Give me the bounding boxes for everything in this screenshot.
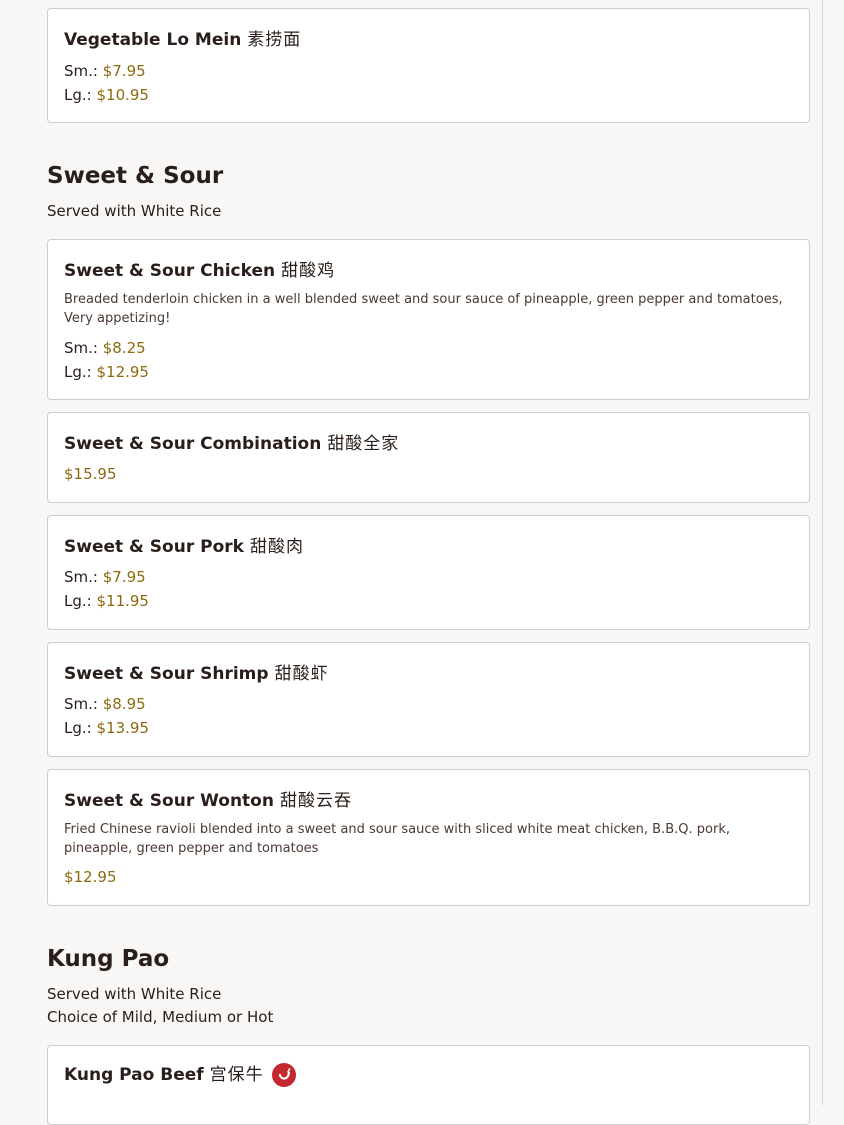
size-label: Sm.: (64, 568, 98, 586)
price: $11.95 (96, 592, 149, 610)
item-title: Sweet & Sour Pork 甜酸肉 (64, 532, 304, 557)
size-label: Lg.: (64, 86, 92, 104)
item-name: Sweet & Sour Combination (64, 434, 322, 454)
section-title: Kung Pao (47, 946, 170, 972)
large-price-row: Lg.: $13.95 (64, 719, 149, 737)
size-label: Sm.: (64, 339, 98, 357)
price-row: $15.95 (64, 465, 117, 483)
size-label: Lg.: (64, 592, 92, 610)
size-label: Sm.: (64, 695, 98, 713)
item-name: Sweet & Sour Shrimp (64, 664, 269, 684)
item-chinese-name: 甜酸云吞 (279, 791, 352, 811)
menu-item-card[interactable]: Sweet & Sour Combination 甜酸全家 $15.95 (47, 412, 810, 503)
chili-pepper-icon (271, 1063, 296, 1087)
item-name: Sweet & Sour Wonton (64, 791, 274, 811)
menu-item-card[interactable]: Sweet & Sour Pork 甜酸肉 Sm.: $7.95 Lg.: $11… (47, 515, 810, 630)
price: $12.95 (96, 363, 149, 381)
item-name: Vegetable Lo Mein (64, 30, 242, 50)
menu-item-card[interactable]: Sweet & Sour Chicken 甜酸鸡 Breaded tenderlo… (47, 239, 810, 400)
item-title: Sweet & Sour Shrimp 甜酸虾 (64, 659, 329, 684)
item-name: Sweet & Sour Pork (64, 537, 244, 557)
large-price-row: Lg.: $10.95 (64, 86, 149, 104)
item-name: Sweet & Sour Chicken (64, 261, 276, 281)
menu-item-card[interactable]: Sweet & Sour Shrimp 甜酸虾 Sm.: $8.95 Lg.: $… (47, 642, 810, 757)
item-name: Kung Pao Beef (64, 1065, 204, 1085)
large-price-row: Lg.: $11.95 (64, 592, 149, 610)
section-note: Served with White Rice (47, 202, 222, 220)
size-label: Lg.: (64, 363, 92, 381)
price: $7.95 (102, 568, 146, 586)
item-chinese-name: 甜酸肉 (249, 537, 304, 557)
item-title: Vegetable Lo Mein 素捞面 (64, 25, 301, 50)
price: $7.95 (102, 62, 146, 80)
section-note: Served with White Rice (47, 985, 222, 1003)
section-note: Choice of Mild, Medium or Hot (47, 1008, 274, 1026)
item-title: Kung Pao Beef 宫保牛 (64, 1060, 296, 1087)
item-description: Fried Chinese ravioli blended into a swe… (64, 822, 730, 856)
item-chinese-name: 甜酸鸡 (281, 261, 336, 281)
price: $10.95 (96, 86, 149, 104)
size-label: Lg.: (64, 719, 92, 737)
scrollbar-divider (822, 0, 823, 1105)
item-title: Sweet & Sour Wonton 甜酸云吞 (64, 786, 352, 811)
menu-item-card[interactable]: Vegetable Lo Mein 素捞面 Sm.: $7.95 Lg.: $10… (47, 8, 810, 123)
small-price-row: Sm.: $7.95 (64, 62, 146, 80)
menu-item-card[interactable]: Sweet & Sour Wonton 甜酸云吞 Fried Chinese ra… (47, 769, 810, 906)
large-price-row: Lg.: $12.95 (64, 363, 149, 381)
price: $15.95 (64, 465, 117, 483)
price-row: $12.95 (64, 868, 117, 886)
price: $8.25 (102, 339, 146, 357)
menu-item-card[interactable]: Kung Pao Beef 宫保牛 (47, 1045, 810, 1125)
small-price-row: Sm.: $8.95 (64, 695, 146, 713)
section-title: Sweet & Sour (47, 163, 224, 189)
item-description: Breaded tenderloin chicken in a well ble… (64, 292, 783, 326)
price: $8.95 (102, 695, 146, 713)
item-title: Sweet & Sour Chicken 甜酸鸡 (64, 256, 335, 281)
item-chinese-name: 宫保牛 (209, 1065, 264, 1085)
price: $13.95 (96, 719, 149, 737)
item-chinese-name: 素捞面 (247, 30, 302, 50)
item-title: Sweet & Sour Combination 甜酸全家 (64, 429, 399, 454)
item-chinese-name: 甜酸全家 (327, 434, 400, 454)
small-price-row: Sm.: $8.25 (64, 339, 146, 357)
price: $12.95 (64, 868, 117, 886)
item-chinese-name: 甜酸虾 (274, 664, 329, 684)
small-price-row: Sm.: $7.95 (64, 568, 146, 586)
size-label: Sm.: (64, 62, 98, 80)
